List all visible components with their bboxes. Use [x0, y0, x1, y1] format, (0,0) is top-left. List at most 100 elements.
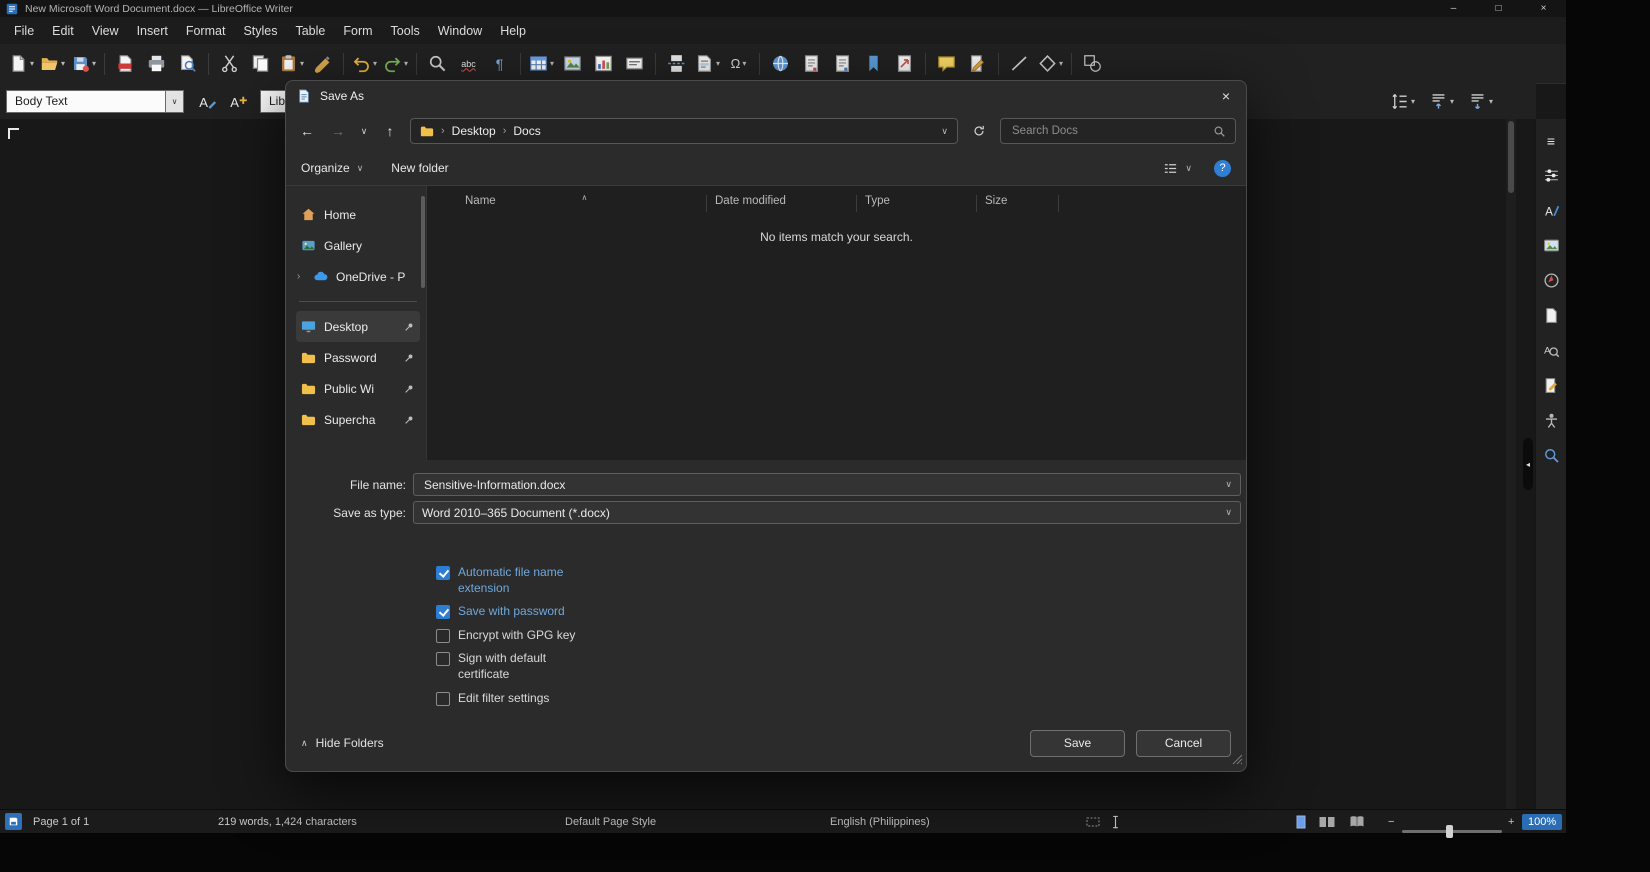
sidebar-item-supercha[interactable]: Supercha — [296, 404, 420, 435]
menu-form[interactable]: Form — [334, 20, 381, 42]
insert-image-button[interactable] — [557, 50, 588, 78]
cut-button[interactable] — [214, 50, 245, 78]
option-label[interactable]: Sign with default certificate — [458, 651, 576, 682]
dropdown-caret[interactable]: ▾ — [30, 59, 34, 68]
option-label[interactable]: Encrypt with GPG key — [458, 628, 575, 644]
view-options-button[interactable]: ∨ — [1163, 161, 1192, 176]
open-button[interactable]: ▾ — [37, 50, 68, 78]
sidebar-item-gallery[interactable]: Gallery — [296, 230, 420, 261]
breadcrumb-desktop[interactable]: Desktop — [452, 124, 496, 138]
print-button[interactable] — [141, 50, 172, 78]
checkbox[interactable] — [436, 652, 450, 666]
sidebar-collapse-handle[interactable]: ◂ — [1523, 438, 1533, 490]
up-button[interactable]: ↑ — [379, 123, 401, 139]
help-button[interactable]: ? — [1214, 160, 1231, 177]
view-single-page-button[interactable] — [1293, 810, 1309, 833]
dropdown-caret[interactable]: ▾ — [1411, 97, 1415, 106]
option-save-with-password[interactable]: Save with password — [436, 604, 1246, 620]
checkbox[interactable] — [436, 566, 450, 580]
refresh-button[interactable] — [967, 124, 991, 138]
redo-button[interactable]: ▾ — [380, 50, 411, 78]
dialog-close-button[interactable]: × — [1206, 82, 1246, 111]
sidebar-scrollbar[interactable] — [421, 196, 425, 288]
bookmark-button[interactable] — [858, 50, 889, 78]
page-style[interactable]: Default Page Style — [565, 810, 656, 833]
spelling-button[interactable]: abc — [453, 50, 484, 78]
file-name-input[interactable] — [422, 477, 1219, 493]
print-preview-button[interactable] — [172, 50, 203, 78]
option-encrypt-gpg[interactable]: Encrypt with GPG key — [436, 628, 1246, 644]
new-folder-button[interactable]: New folder — [391, 161, 448, 175]
menu-help[interactable]: Help — [491, 20, 535, 42]
paragraph-spacing-decrease-button[interactable]: ▾ — [1465, 87, 1496, 115]
accessibility-check-button[interactable] — [1538, 407, 1564, 434]
option-edit-filter[interactable]: Edit filter settings — [436, 691, 1246, 707]
language-selector[interactable]: English (Philippines) — [830, 810, 930, 833]
search-input[interactable] — [1010, 124, 1207, 138]
back-button[interactable]: ← — [296, 123, 318, 139]
footnote-button[interactable] — [796, 50, 827, 78]
insert-field-button[interactable]: ▾ — [692, 50, 723, 78]
option-automatic-extension[interactable]: Automatic file name extension — [436, 565, 1246, 596]
minimize-button[interactable]: – — [1431, 0, 1476, 17]
menu-tools[interactable]: Tools — [382, 20, 429, 42]
hyperlink-button[interactable] — [765, 50, 796, 78]
breadcrumb-docs[interactable]: Docs — [513, 124, 540, 138]
checkbox[interactable] — [436, 605, 450, 619]
dropdown-caret[interactable]: ▾ — [1489, 97, 1493, 106]
insert-table-button[interactable]: ▾ — [526, 50, 557, 78]
cancel-button[interactable]: Cancel — [1136, 730, 1231, 757]
expand-chevron-icon[interactable]: › — [297, 271, 305, 282]
line-spacing-button[interactable]: ▾ — [1387, 87, 1418, 115]
document-scrollbar[interactable] — [1506, 119, 1516, 810]
export-pdf-button[interactable] — [110, 50, 141, 78]
formatting-marks-button[interactable]: ¶ — [484, 50, 515, 78]
dropdown-caret[interactable]: ▾ — [300, 59, 304, 68]
menu-table[interactable]: Table — [286, 20, 334, 42]
dropdown-caret[interactable]: ▾ — [1450, 97, 1454, 106]
insert-chart-button[interactable] — [588, 50, 619, 78]
resize-grip[interactable] — [1232, 754, 1243, 768]
menu-insert[interactable]: Insert — [128, 20, 177, 42]
menu-file[interactable]: File — [5, 20, 43, 42]
dropdown-caret[interactable]: ▾ — [61, 59, 65, 68]
paragraph-style-dropdown[interactable]: ∨ — [165, 90, 184, 113]
column-type[interactable]: Type — [857, 195, 977, 212]
new-style-button[interactable]: A — [223, 87, 254, 115]
address-bar[interactable]: › Desktop › Docs ∨ — [410, 118, 958, 144]
dropdown-caret[interactable]: ▾ — [716, 59, 720, 68]
checkbox[interactable] — [436, 692, 450, 706]
paragraph-spacing-increase-button[interactable]: ▾ — [1426, 87, 1457, 115]
option-label[interactable]: Automatic file name extension — [458, 565, 576, 596]
column-date-modified[interactable]: Date modified — [707, 195, 857, 212]
sidebar-item-desktop[interactable]: Desktop — [296, 311, 420, 342]
dropdown-caret[interactable]: ▾ — [404, 59, 408, 68]
sidebar-item-onedrive[interactable]: › OneDrive - P — [296, 261, 420, 292]
dropdown-caret[interactable]: ∨ — [1225, 479, 1232, 490]
save-button[interactable]: Save — [1030, 730, 1125, 757]
endnote-button[interactable] — [827, 50, 858, 78]
paste-button[interactable]: ▾ — [276, 50, 307, 78]
dropdown-caret[interactable]: ▾ — [1059, 59, 1063, 68]
insert-textbox-button[interactable] — [619, 50, 650, 78]
close-button[interactable]: × — [1521, 0, 1566, 17]
zoom-level[interactable]: 100% — [1522, 814, 1562, 830]
gallery-deck-button[interactable] — [1538, 232, 1564, 259]
paragraph-style-combobox[interactable]: Body Text ∨ — [6, 90, 184, 113]
zoom-slider[interactable] — [1402, 820, 1502, 843]
hide-folders-button[interactable]: ∧ Hide Folders — [301, 736, 384, 750]
word-count[interactable]: 219 words, 1,424 characters — [218, 810, 357, 833]
new-document-button[interactable]: ▾ — [6, 50, 37, 78]
search-box[interactable] — [1000, 118, 1236, 144]
page-break-button[interactable] — [661, 50, 692, 78]
option-label[interactable]: Edit filter settings — [458, 691, 549, 707]
menu-styles[interactable]: Styles — [234, 20, 286, 42]
zoom-in-button[interactable]: + — [1508, 810, 1514, 833]
dropdown-caret[interactable]: ▾ — [742, 59, 746, 68]
option-sign-certificate[interactable]: Sign with default certificate — [436, 651, 1246, 682]
dropdown-caret[interactable]: ▾ — [550, 59, 554, 68]
comment-button[interactable] — [931, 50, 962, 78]
dropdown-caret[interactable]: ▾ — [373, 59, 377, 68]
clone-formatting-button[interactable] — [307, 50, 338, 78]
address-dropdown[interactable]: ∨ — [941, 126, 948, 137]
